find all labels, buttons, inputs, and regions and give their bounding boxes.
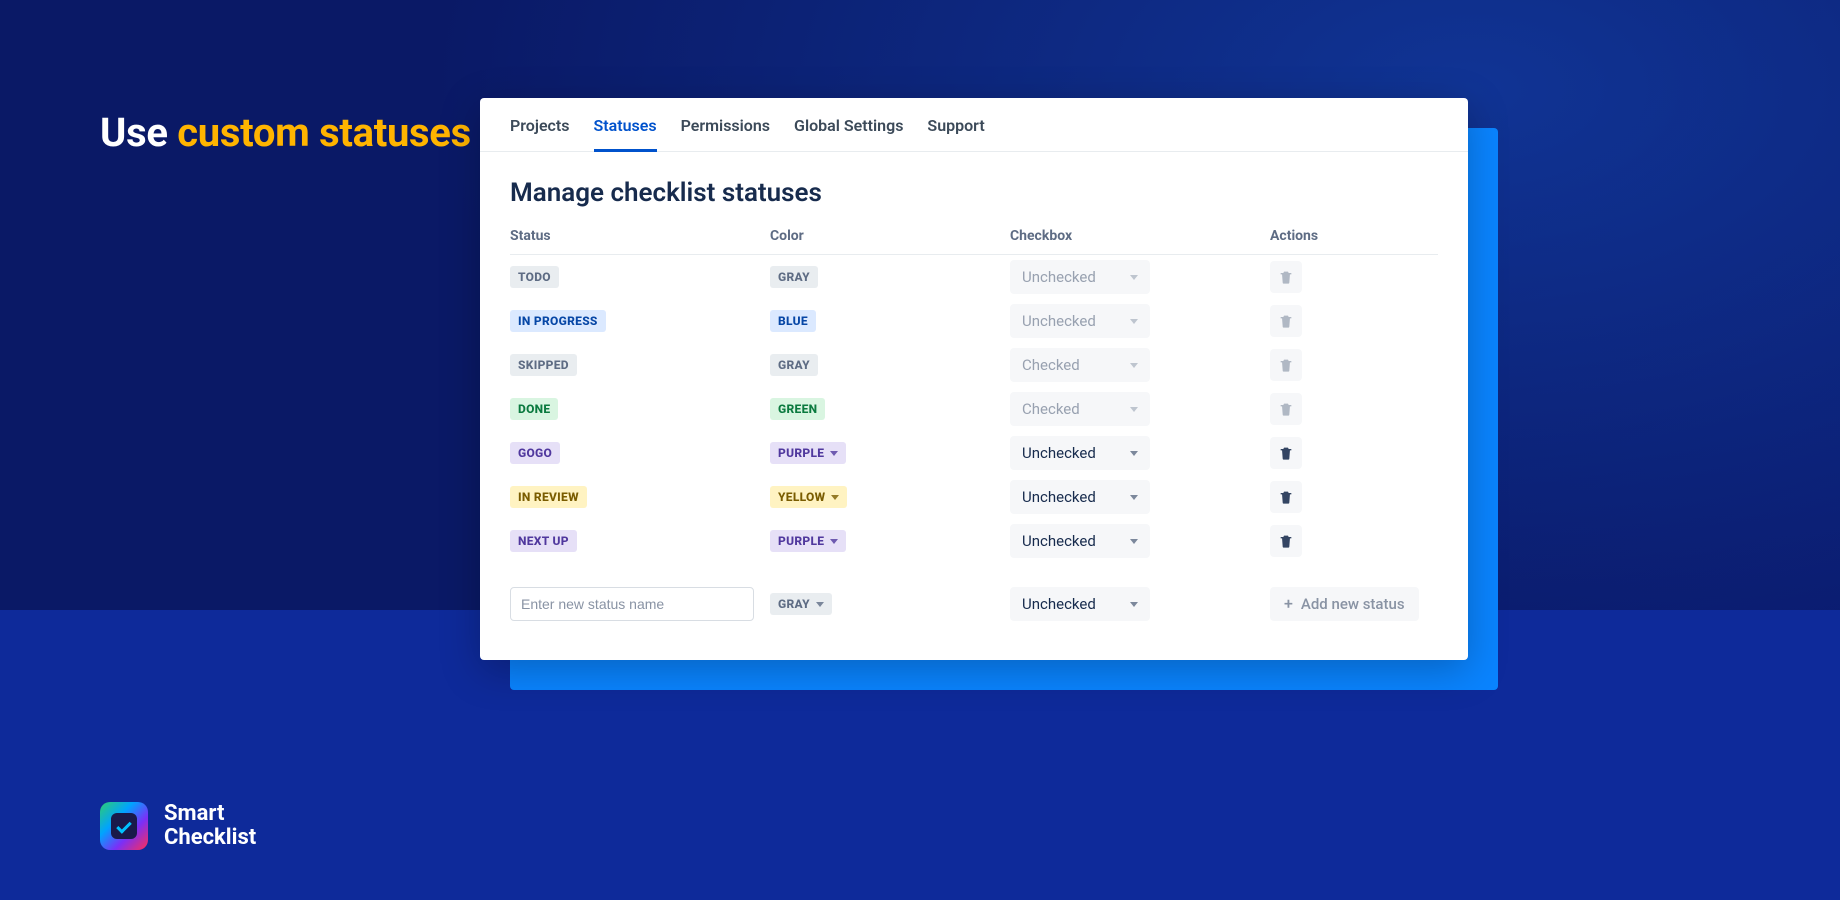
checkbox-state-dropdown[interactable]: Unchecked — [1010, 524, 1150, 558]
checkbox-state-label: Unchecked — [1022, 312, 1096, 330]
status-badge: TODO — [510, 266, 559, 288]
checkbox-state-dropdown: Unchecked — [1010, 304, 1150, 338]
color-label: BLUE — [778, 314, 808, 328]
status-badge: GOGO — [510, 442, 560, 464]
table-header: Status Color Checkbox Actions — [510, 228, 1438, 255]
new-status-input[interactable] — [510, 587, 754, 621]
color-badge: GRAY — [770, 354, 818, 376]
logo-mark-icon — [100, 802, 148, 850]
tab-bar: Projects Statuses Permissions Global Set… — [480, 98, 1468, 152]
chevron-down-icon — [1130, 319, 1138, 324]
status-badge: IN PROGRESS — [510, 310, 606, 332]
table-row: GOGO PURPLE Unchecked — [510, 431, 1438, 475]
brand-name: Smart Checklist — [164, 802, 256, 850]
table-row: TODO GRAY Unchecked — [510, 255, 1438, 299]
column-status: Status — [510, 228, 770, 244]
brand-line-1: Smart — [164, 802, 256, 826]
color-label: PURPLE — [778, 446, 824, 460]
checkbox-state-label: Unchecked — [1022, 532, 1096, 550]
delete-status-button — [1270, 393, 1302, 425]
chevron-down-icon — [830, 451, 838, 456]
new-status-checkbox-dropdown[interactable]: Unchecked — [1010, 587, 1150, 621]
table-row: IN REVIEW YELLOW Unchecked — [510, 475, 1438, 519]
column-actions: Actions — [1270, 228, 1440, 244]
status-badge: NEXT UP — [510, 530, 577, 552]
checkbox-state-label: Unchecked — [1022, 488, 1096, 506]
tab-projects[interactable]: Projects — [510, 116, 570, 151]
table-row: DONE GREEN Checked — [510, 387, 1438, 431]
headline-part1: Use — [100, 109, 177, 156]
chevron-down-icon — [1130, 602, 1138, 607]
color-label: PURPLE — [778, 534, 824, 548]
status-badge: DONE — [510, 398, 558, 420]
color-badge: BLUE — [770, 310, 816, 332]
delete-status-button — [1270, 305, 1302, 337]
checkbox-state-label: Unchecked — [1022, 268, 1096, 286]
trash-icon — [1278, 313, 1294, 329]
settings-panel: Projects Statuses Permissions Global Set… — [480, 98, 1468, 660]
color-label: GRAY — [778, 358, 810, 372]
brand-logo: Smart Checklist — [100, 802, 256, 850]
checkbox-state-dropdown: Checked — [1010, 348, 1150, 382]
chevron-down-icon — [831, 495, 839, 500]
checkbox-state-dropdown: Unchecked — [1010, 260, 1150, 294]
add-new-status-button[interactable]: + Add new status — [1270, 587, 1419, 621]
trash-icon — [1278, 533, 1294, 549]
color-dropdown[interactable]: YELLOW — [770, 486, 847, 508]
chevron-down-icon — [1130, 407, 1138, 412]
trash-icon — [1278, 445, 1294, 461]
status-badge: IN REVIEW — [510, 486, 587, 508]
checkbox-state-dropdown[interactable]: Unchecked — [1010, 480, 1150, 514]
tab-global-settings[interactable]: Global Settings — [794, 116, 903, 151]
headline-accent: custom statuses — [177, 109, 471, 156]
status-table: Status Color Checkbox Actions TODO GRAY Un… — [480, 228, 1468, 563]
chevron-down-icon — [816, 602, 824, 607]
table-row: IN PROGRESS BLUE Unchecked — [510, 299, 1438, 343]
chevron-down-icon — [1130, 451, 1138, 456]
delete-status-button[interactable] — [1270, 481, 1302, 513]
trash-icon — [1278, 357, 1294, 373]
chevron-down-icon — [1130, 275, 1138, 280]
delete-status-button — [1270, 349, 1302, 381]
column-color: Color — [770, 228, 1010, 244]
color-label: YELLOW — [778, 490, 825, 504]
checkbox-state-label: Checked — [1022, 356, 1080, 374]
color-badge: GRAY — [770, 266, 818, 288]
table-row: NEXT UP PURPLE Unchecked — [510, 519, 1438, 563]
color-dropdown[interactable]: PURPLE — [770, 442, 846, 464]
chevron-down-icon — [1130, 539, 1138, 544]
checkbox-state-dropdown: Checked — [1010, 392, 1150, 426]
plus-icon: + — [1284, 596, 1293, 612]
delete-status-button[interactable] — [1270, 437, 1302, 469]
delete-status-button — [1270, 261, 1302, 293]
trash-icon — [1278, 401, 1294, 417]
new-status-row: GRAY Unchecked + Add new status — [480, 577, 1468, 621]
chevron-down-icon — [1130, 363, 1138, 368]
delete-status-button[interactable] — [1270, 525, 1302, 557]
checkbox-state-label: Unchecked — [1022, 444, 1096, 462]
new-status-color-dropdown[interactable]: GRAY — [770, 593, 832, 615]
page-title: Manage checklist statuses — [480, 152, 1468, 228]
table-row: SKIPPED GRAY Checked — [510, 343, 1438, 387]
tab-permissions[interactable]: Permissions — [681, 116, 770, 151]
color-dropdown[interactable]: PURPLE — [770, 530, 846, 552]
add-new-status-label: Add new status — [1301, 595, 1405, 613]
brand-line-2: Checklist — [164, 826, 256, 850]
color-label: GREEN — [778, 402, 817, 416]
checkbox-state-dropdown[interactable]: Unchecked — [1010, 436, 1150, 470]
trash-icon — [1278, 269, 1294, 285]
checkbox-state-label: Checked — [1022, 400, 1080, 418]
tab-support[interactable]: Support — [927, 116, 984, 151]
new-status-color-label: GRAY — [778, 597, 810, 611]
column-checkbox: Checkbox — [1010, 228, 1270, 244]
trash-icon — [1278, 489, 1294, 505]
chevron-down-icon — [830, 539, 838, 544]
chevron-down-icon — [1130, 495, 1138, 500]
tab-statuses[interactable]: Statuses — [594, 116, 657, 152]
check-icon — [116, 818, 132, 834]
color-label: GRAY — [778, 270, 810, 284]
new-status-checkbox-label: Unchecked — [1022, 595, 1096, 613]
status-badge: SKIPPED — [510, 354, 577, 376]
color-badge: GREEN — [770, 398, 825, 420]
